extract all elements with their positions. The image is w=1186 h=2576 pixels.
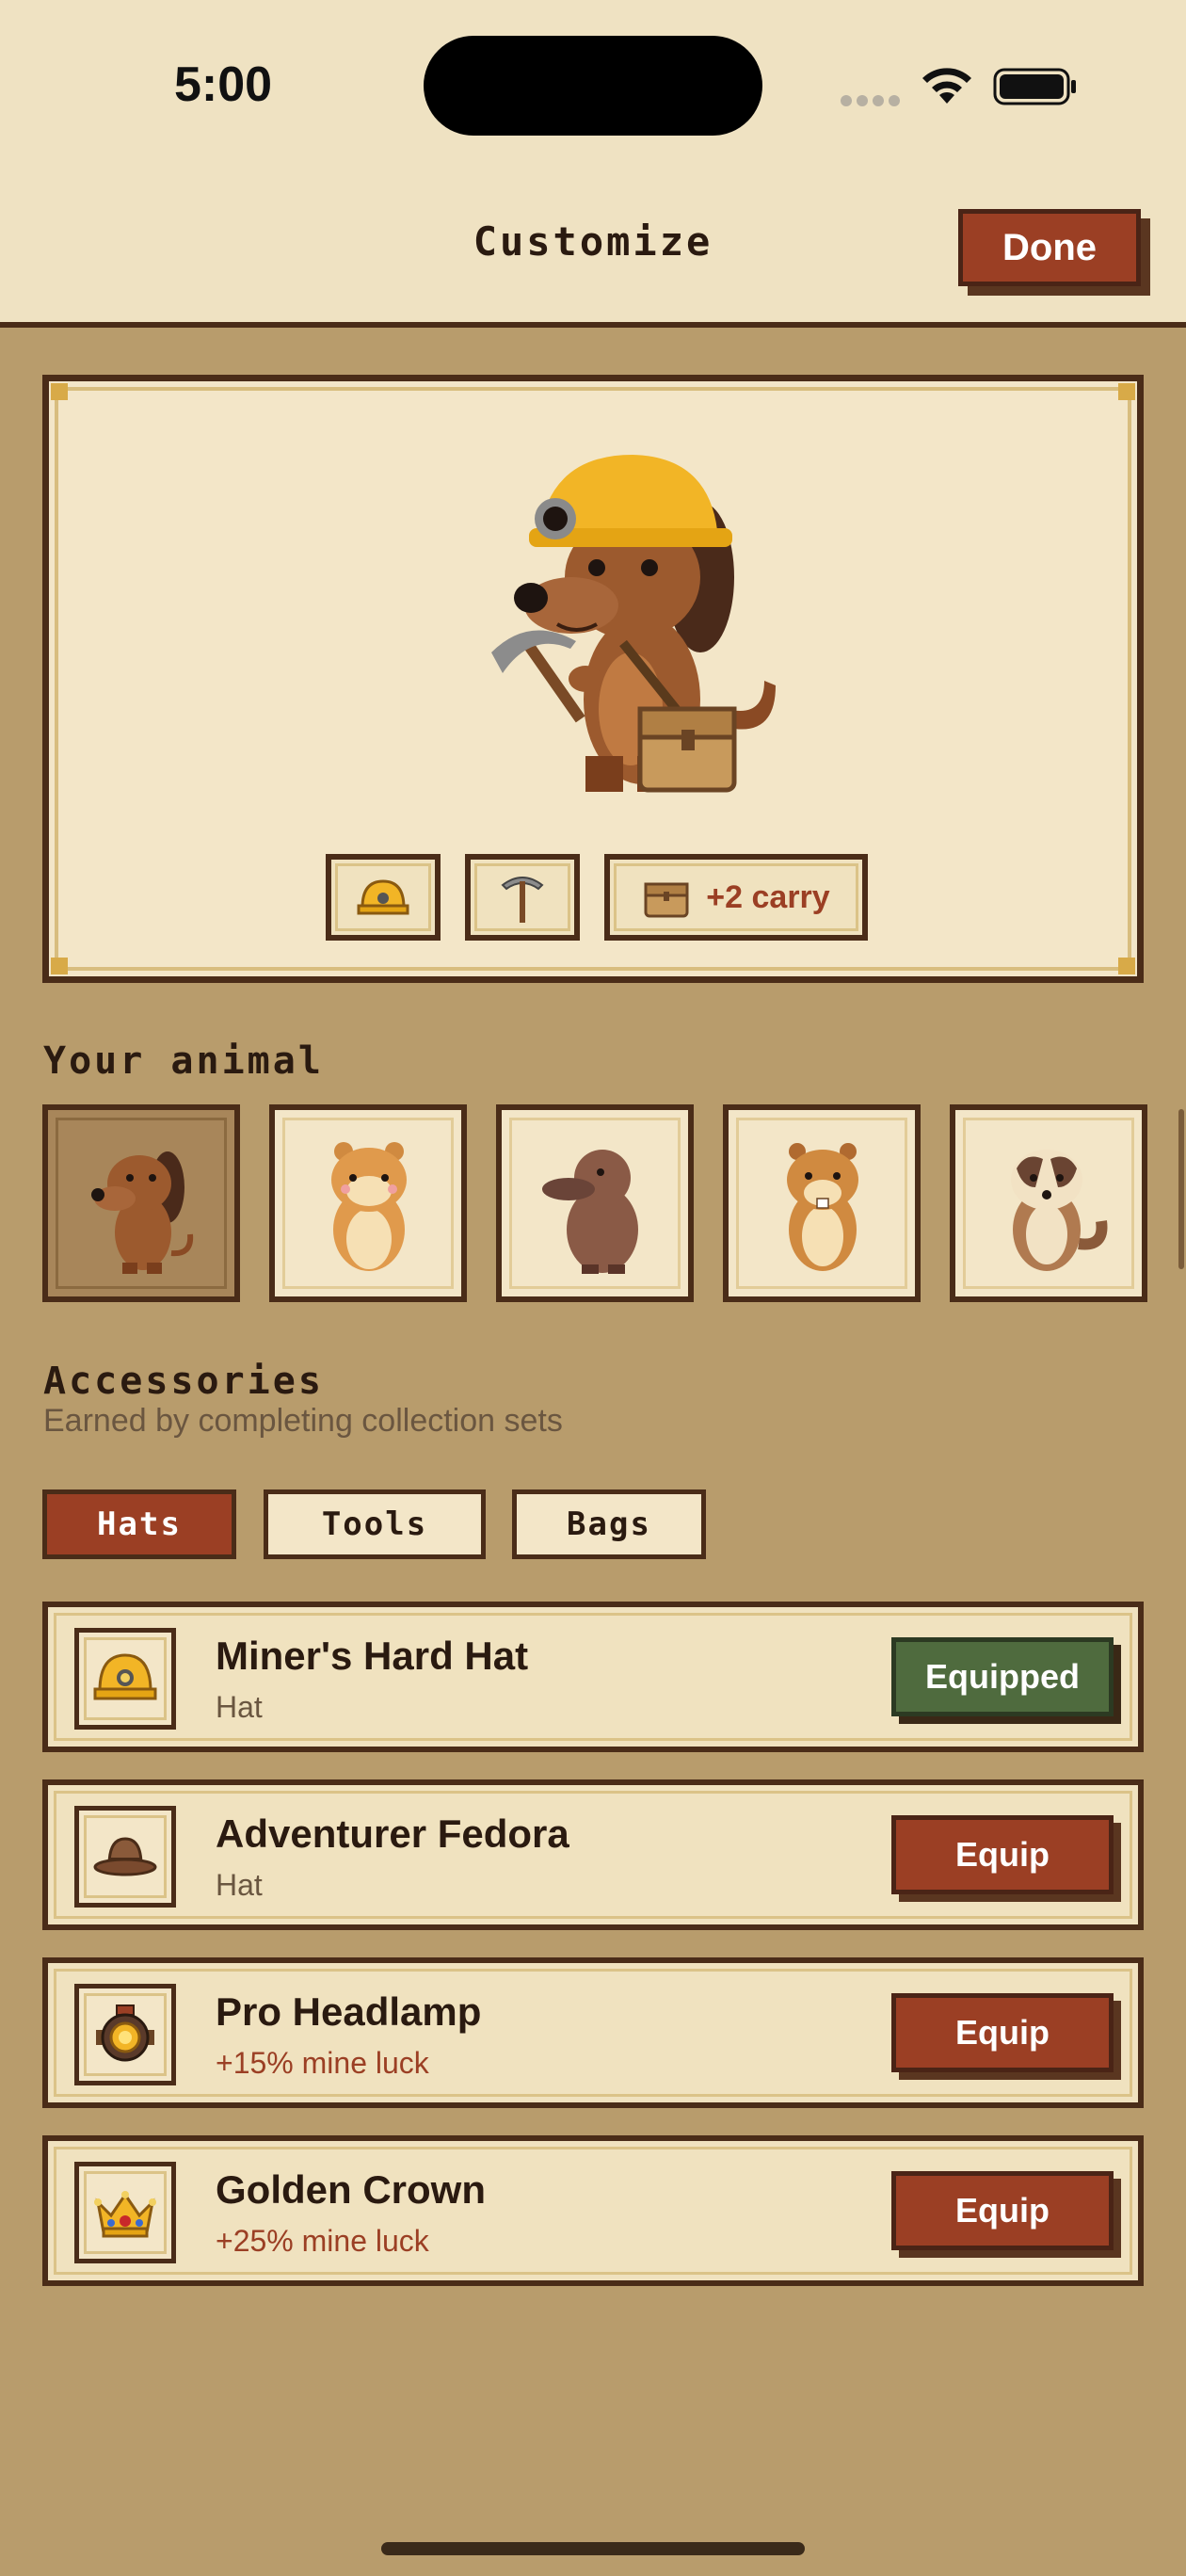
accessory-bonus: +15% mine luck (216, 2046, 429, 2080)
accessory-name: Golden Crown (216, 2167, 486, 2212)
fedora-icon (93, 1837, 157, 1876)
top-bar: 5:00 Customize Done (0, 0, 1186, 328)
accessory-name: Adventurer Fedora (216, 1811, 569, 1856)
animal-section-title: Your animal (43, 1039, 324, 1083)
badger-icon (1011, 1150, 1108, 1271)
platypus-icon (542, 1150, 638, 1274)
equip-button[interactable]: Equip (891, 1815, 1114, 1894)
accessory-row-miners-hard-hat[interactable]: Miner's Hard Hat Hat Equipped (42, 1602, 1144, 1752)
accessory-row-pro-headlamp[interactable]: Pro Headlamp +15% mine luck Equip (42, 1957, 1144, 2108)
accessory-thumbnail (74, 2162, 176, 2263)
home-indicator[interactable] (381, 2542, 805, 2555)
accessory-thumbnail (74, 1628, 176, 1730)
tab-hats[interactable]: Hats (42, 1489, 236, 1559)
animal-option-badger[interactable] (950, 1104, 1147, 1302)
hard-hat-icon (93, 1653, 157, 1700)
dog-icon (91, 1151, 194, 1274)
accessory-row-adventurer-fedora[interactable]: Adventurer Fedora Hat Equip (42, 1779, 1144, 1930)
accessory-thumbnail (74, 1806, 176, 1908)
tab-tools[interactable]: Tools (264, 1489, 486, 1559)
battery-icon (993, 68, 1076, 105)
equip-button[interactable]: Equip (891, 2171, 1114, 2250)
equipped-hat-slot[interactable] (326, 854, 441, 941)
miner-dog-character (491, 455, 776, 793)
done-button[interactable]: Done (958, 209, 1141, 286)
accessory-bonus: +25% mine luck (216, 2224, 429, 2258)
accessory-type: Hat (216, 1868, 263, 1902)
beaver-icon (787, 1143, 858, 1271)
accessory-type: Hat (216, 1690, 263, 1724)
equipped-button[interactable]: Equipped (891, 1637, 1114, 1716)
tab-bags[interactable]: Bags (512, 1489, 706, 1559)
hamster-icon (331, 1142, 407, 1271)
animal-option-hamster[interactable] (269, 1104, 467, 1302)
animal-option-dog[interactable] (42, 1104, 240, 1302)
wifi-icon (922, 68, 971, 104)
accessory-name: Pro Headlamp (216, 1989, 482, 2034)
equipped-bag-slot[interactable]: +2 carry (604, 854, 868, 941)
accessories-subtitle: Earned by completing collection sets (43, 1403, 563, 1439)
headlamp-icon (96, 2004, 154, 2062)
character-preview: +2 carry (42, 375, 1144, 983)
accessory-row-golden-crown[interactable]: Golden Crown +25% mine luck Equip (42, 2135, 1144, 2286)
equip-button[interactable]: Equip (891, 1993, 1114, 2072)
animal-option-beaver[interactable] (723, 1104, 921, 1302)
animal-option-platypus[interactable] (496, 1104, 694, 1302)
dynamic-island (424, 36, 762, 136)
accessory-thumbnail (74, 1984, 176, 2085)
crown-icon (94, 2191, 156, 2238)
accessories-section-title: Accessories (43, 1360, 324, 1403)
equipped-tool-slot[interactable] (465, 854, 580, 941)
cellular-signal-icon (841, 92, 905, 110)
animal-list-scrollbar[interactable] (1178, 1109, 1184, 1269)
status-time: 5:00 (174, 57, 273, 112)
accessory-name: Miner's Hard Hat (216, 1634, 529, 1678)
